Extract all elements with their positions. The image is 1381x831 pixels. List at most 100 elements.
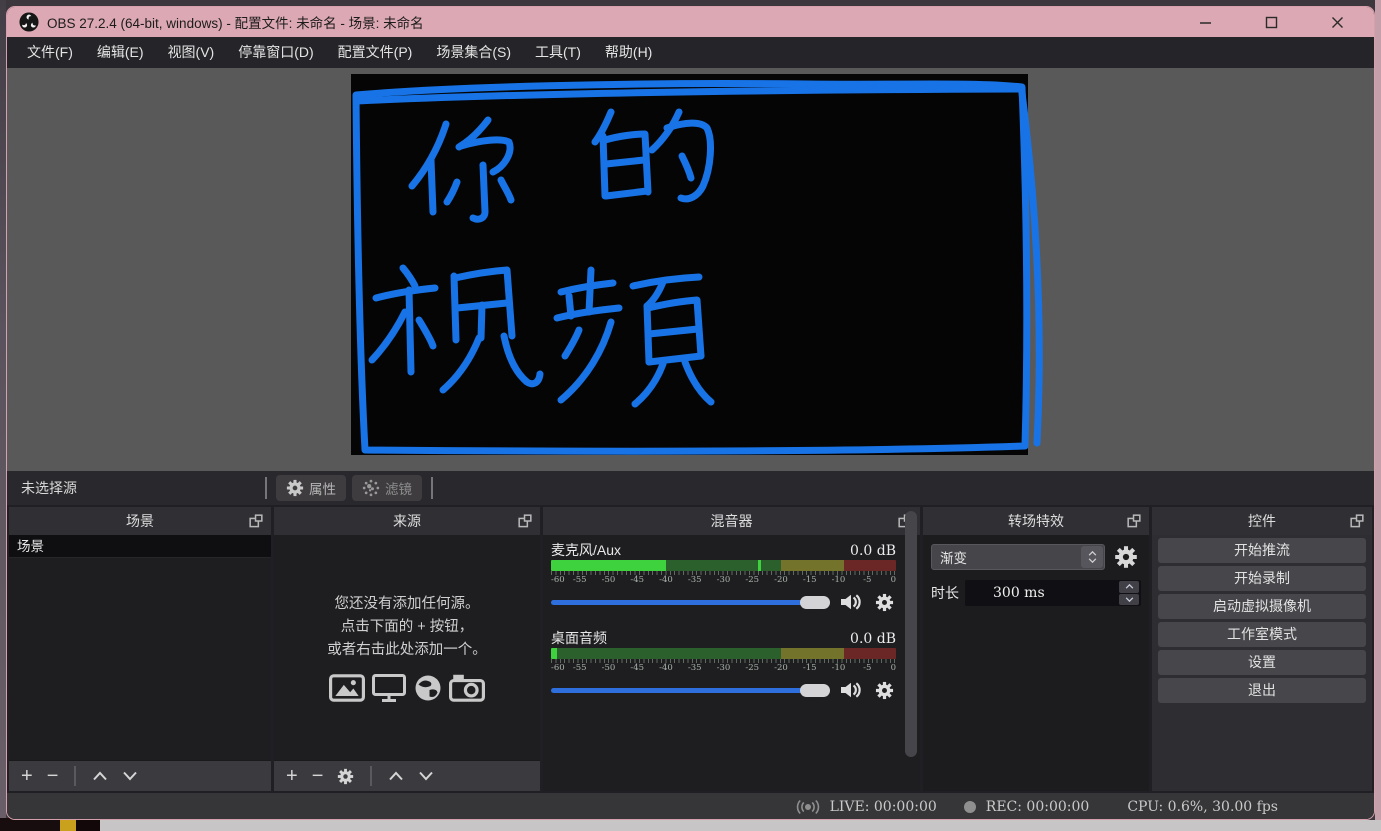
scenes-panel-header[interactable]: 场景 — [9, 507, 271, 535]
mute-button[interactable] — [839, 593, 863, 611]
settings-button[interactable]: 设置 — [1158, 650, 1366, 675]
maximize-button[interactable] — [1258, 11, 1284, 33]
separator — [431, 477, 433, 499]
meter-tick-label: -30 — [717, 663, 731, 673]
controls-panel: 控件 开始推流 开始录制 启动虚拟摄像机 工作室模式 设置 退出 — [1152, 507, 1372, 791]
duration-spinners — [1119, 581, 1139, 605]
add-scene-button[interactable]: + — [21, 766, 33, 786]
move-source-up-button[interactable] — [388, 771, 404, 781]
volume-slider[interactable] — [551, 683, 830, 697]
meter-tick-label: -55 — [573, 663, 587, 673]
meter-tick-label: -60 — [551, 575, 565, 585]
channel-db-value: 0.0 dB — [850, 631, 896, 647]
transitions-panel-header[interactable]: 转场特效 — [923, 507, 1149, 535]
preview-area[interactable] — [7, 68, 1374, 471]
transition-select[interactable]: 渐变 — [931, 544, 1105, 570]
channel-settings-button[interactable] — [872, 681, 896, 699]
meter-tick-label: -45 — [630, 663, 644, 673]
sources-panel-header[interactable]: 来源 — [274, 507, 540, 535]
mixer-scrollbar[interactable] — [905, 511, 917, 757]
speaker-icon — [840, 594, 862, 610]
minimize-button[interactable] — [1192, 11, 1218, 33]
image-source-icon — [329, 674, 365, 702]
duration-input[interactable]: 300 ms — [965, 580, 1141, 606]
transition-select-spinner[interactable] — [1081, 546, 1103, 568]
source-properties-button[interactable] — [337, 768, 354, 785]
sources-empty-line: 您还没有添加任何源。 — [335, 593, 480, 616]
taskbar-folder-icon[interactable] — [60, 820, 76, 831]
duration-increase-button[interactable] — [1119, 581, 1139, 593]
meter-tick-label: 0 — [891, 663, 896, 673]
popout-icon[interactable] — [1350, 514, 1364, 528]
meter-tick-label: -50 — [602, 663, 616, 673]
mixer-panel: 混音器 麦克风/Aux 0.0 dB -60-55-50-45-40-35-30… — [543, 507, 920, 791]
mixer-channel-mic: 麦克风/Aux 0.0 dB -60-55-50-45-40-35-30-25-… — [551, 540, 896, 613]
browser-source-icon — [413, 674, 443, 702]
meter-tick-label: -25 — [745, 663, 759, 673]
maximize-icon — [1265, 16, 1278, 29]
broadcast-icon — [795, 799, 821, 815]
meter-tick-label: -5 — [863, 663, 871, 673]
mute-button[interactable] — [839, 681, 863, 699]
scene-list-item[interactable]: 场景 — [9, 535, 271, 558]
start-streaming-button[interactable]: 开始推流 — [1158, 538, 1366, 563]
scene-list-empty-space[interactable] — [9, 558, 271, 760]
transition-selected-value: 渐变 — [932, 547, 1081, 567]
meter-tick-label: -45 — [630, 575, 644, 585]
menu-file[interactable]: 文件(F) — [15, 37, 85, 68]
cpu-fps-stats: CPU: 0.6%, 30.00 fps — [1127, 799, 1278, 815]
chevron-down-icon — [1088, 558, 1097, 563]
obs-window: OBS 27.2.4 (64-bit, windows) - 配置文件: 未命名… — [6, 6, 1375, 820]
menu-docks[interactable]: 停靠窗口(D) — [226, 37, 325, 68]
remove-source-button[interactable]: − — [312, 766, 324, 786]
channel-settings-button[interactable] — [872, 593, 896, 611]
popout-icon[interactable] — [1127, 514, 1141, 528]
popout-icon[interactable] — [249, 514, 263, 528]
meter-tick-label: -10 — [832, 575, 846, 585]
volume-slider-handle[interactable] — [800, 684, 830, 697]
menu-tools[interactable]: 工具(T) — [523, 37, 593, 68]
volume-slider-track[interactable] — [551, 600, 830, 605]
mixer-panel-header[interactable]: 混音器 — [543, 507, 920, 535]
record-dot-icon — [963, 800, 977, 814]
studio-mode-button[interactable]: 工作室模式 — [1158, 622, 1366, 647]
status-bar: LIVE: 00:00:00 REC: 00:00:00 CPU: 0.6%, … — [7, 793, 1374, 820]
move-scene-down-button[interactable] — [122, 771, 138, 781]
volume-slider[interactable] — [551, 595, 830, 609]
remove-scene-button[interactable]: − — [47, 766, 59, 786]
properties-button[interactable]: 属性 — [276, 475, 346, 501]
mixer-channel-desktop: 桌面音频 0.0 dB -60-55-50-45-40-35-30-25-20-… — [551, 628, 896, 701]
meter-tick-label: -25 — [745, 575, 759, 585]
menu-edit[interactable]: 编辑(E) — [85, 37, 156, 68]
window-title: OBS 27.2.4 (64-bit, windows) - 配置文件: 未命名… — [47, 12, 424, 32]
controls-panel-header[interactable]: 控件 — [1152, 507, 1372, 535]
desktop-edge-right — [1375, 0, 1381, 831]
scenes-toolbar: + − — [9, 760, 271, 791]
chevron-down-icon — [1125, 597, 1134, 602]
menu-help[interactable]: 帮助(H) — [593, 37, 664, 68]
start-virtual-camera-button[interactable]: 启动虚拟摄像机 — [1158, 594, 1366, 619]
meter-peak-indicator — [758, 560, 761, 571]
close-icon — [1331, 16, 1344, 29]
meter-tick-label: -40 — [659, 663, 673, 673]
sources-empty-line: 点击下面的 + 按钮， — [341, 616, 474, 639]
filters-button[interactable]: 滤镜 — [352, 475, 422, 501]
move-scene-up-button[interactable] — [92, 771, 108, 781]
menu-view[interactable]: 视图(V) — [156, 37, 227, 68]
volume-slider-handle[interactable] — [800, 596, 830, 609]
transition-properties-button[interactable] — [1111, 543, 1141, 571]
menu-profile[interactable]: 配置文件(P) — [326, 37, 425, 68]
exit-button[interactable]: 退出 — [1158, 678, 1366, 703]
duration-decrease-button[interactable] — [1119, 594, 1139, 606]
start-recording-button[interactable]: 开始录制 — [1158, 566, 1366, 591]
add-source-button[interactable]: + — [286, 766, 298, 786]
meter-tick-label: -15 — [803, 575, 817, 585]
move-source-down-button[interactable] — [418, 771, 434, 781]
volume-slider-track[interactable] — [551, 688, 830, 693]
properties-label: 属性 — [309, 478, 336, 498]
menu-scene-collection[interactable]: 场景集合(S) — [424, 37, 523, 68]
meter-tick-label: -20 — [774, 663, 788, 673]
popout-icon[interactable] — [518, 514, 532, 528]
close-button[interactable] — [1324, 11, 1350, 33]
sources-empty-state[interactable]: 您还没有添加任何源。 点击下面的 + 按钮， 或者右击此处添加一个。 — [274, 535, 540, 760]
